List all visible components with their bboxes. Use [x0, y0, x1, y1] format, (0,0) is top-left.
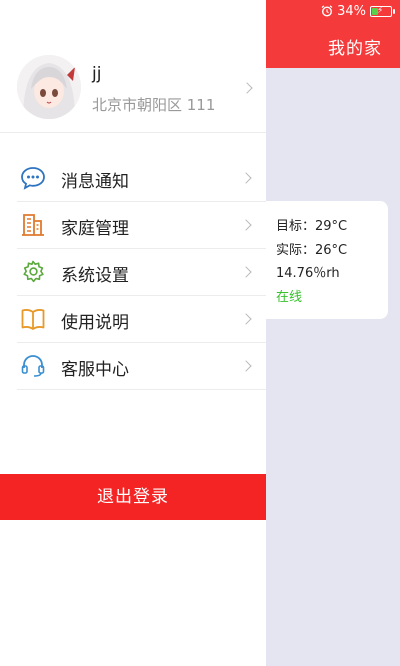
message-icon: [21, 167, 45, 190]
menu-item-label: 家庭管理: [61, 219, 129, 239]
actual-temperature: 实际：26°C: [276, 242, 348, 258]
home-address: 北京市朝阳区 111: [92, 96, 216, 114]
menu-item-settings[interactable]: 系统设置: [17, 249, 266, 296]
menu-item-support[interactable]: 客服中心: [17, 343, 266, 390]
target-temperature: 目标：29°C: [276, 219, 348, 234]
alarm-icon: [321, 5, 333, 17]
device-status: 在线: [276, 289, 303, 305]
building-icon: [22, 214, 44, 236]
background-panel: [266, 0, 400, 666]
chevron-right-icon: [240, 313, 252, 325]
book-icon: [21, 309, 45, 330]
menu-item-messages[interactable]: 消息通知: [17, 155, 266, 202]
chevron-right-icon: [240, 172, 252, 184]
settings-gear-icon: [23, 260, 44, 283]
profile-row[interactable]: jj 北京市朝阳区 111: [0, 40, 266, 133]
username: jj: [92, 64, 102, 84]
menu-item-label: 客服中心: [61, 360, 129, 380]
menu-item-label: 消息通知: [61, 172, 129, 192]
battery-percent: 34%: [337, 3, 366, 19]
menu-item-label: 系统设置: [61, 266, 129, 286]
battery-icon: ⚡: [370, 5, 395, 17]
logout-button[interactable]: 退出登录: [0, 474, 266, 520]
chevron-right-icon: [240, 219, 252, 231]
menu-item-label: 使用说明: [61, 313, 129, 333]
page-title: 我的家: [328, 39, 382, 59]
chevron-right-icon: [241, 82, 253, 94]
chevron-right-icon: [240, 360, 252, 372]
avatar[interactable]: [17, 55, 81, 119]
side-drawer: jj 北京市朝阳区 111 消息通知 家庭管理 系统设置 使用说明 客服中心 退…: [0, 0, 266, 666]
chevron-right-icon: [240, 266, 252, 278]
status-bar: 34% ⚡: [321, 2, 395, 20]
headset-icon: [21, 355, 45, 377]
menu-item-family[interactable]: 家庭管理: [17, 202, 266, 249]
menu-list: 消息通知 家庭管理 系统设置 使用说明 客服中心: [17, 155, 266, 390]
humidity: 14.76％rh: [276, 266, 340, 281]
menu-item-manual[interactable]: 使用说明: [17, 296, 266, 343]
